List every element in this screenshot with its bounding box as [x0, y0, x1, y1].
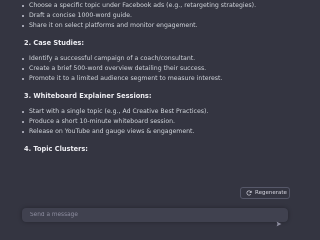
regenerate-label: Regenerate	[255, 190, 287, 196]
section-heading: 3. Whiteboard Explainer Sessions:	[24, 92, 152, 100]
message-input[interactable]	[30, 212, 270, 218]
send-icon[interactable]	[276, 212, 282, 231]
section-heading: 4. Topic Clusters:	[24, 145, 88, 153]
section-heading: 2. Case Studies:	[24, 39, 84, 47]
refresh-icon	[246, 190, 252, 196]
list-item: Release on YouTube and gauge views & eng…	[22, 127, 292, 137]
list-item: Start with a single topic (e.g., Ad Crea…	[22, 107, 292, 117]
list-item: Produce a short 10-minute whiteboard ses…	[22, 117, 292, 127]
composer	[22, 208, 288, 227]
assistant-message: Choose a specific topic under Facebook a…	[22, 0, 292, 154]
list-item: Identify a successful campaign of a coac…	[22, 54, 292, 64]
list-item: Promote it to a limited audience segment…	[22, 74, 292, 84]
list-item: Choose a specific topic under Facebook a…	[22, 1, 292, 11]
chat-transcript: Choose a specific topic under Facebook a…	[0, 0, 300, 200]
regenerate-button[interactable]: Regenerate	[240, 187, 290, 199]
list-item: Share it on select platforms and monitor…	[22, 21, 292, 31]
list-item: Draft a concise 1000-word guide.	[22, 11, 292, 21]
list-item: Create a brief 500-word overview detaili…	[22, 64, 292, 74]
